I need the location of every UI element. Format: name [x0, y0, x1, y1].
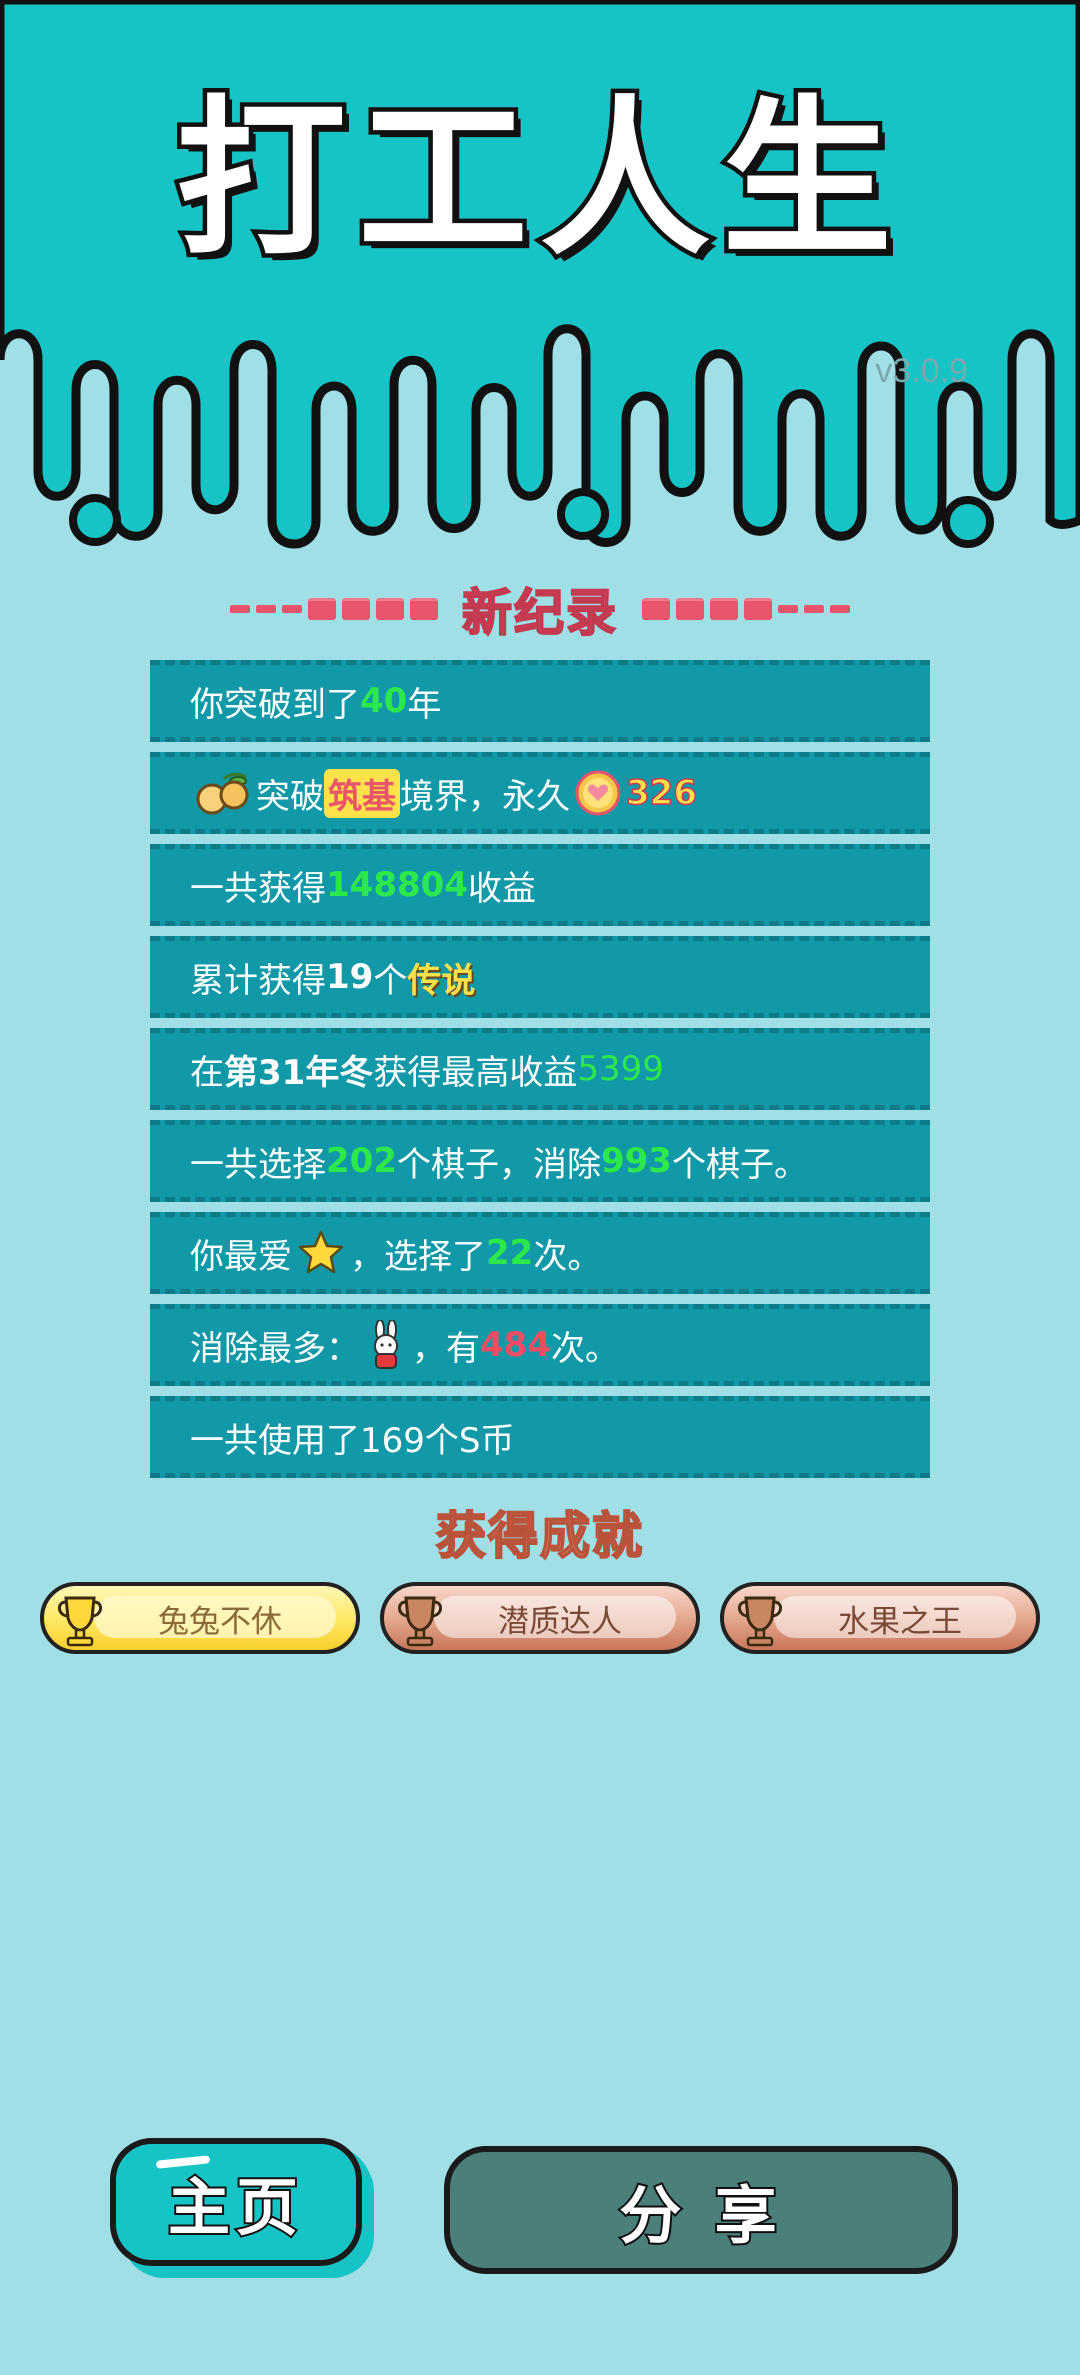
- star-icon: [298, 1230, 344, 1274]
- achievement-label: 兔兔不休: [158, 1603, 282, 1640]
- income-value: 148804: [326, 865, 468, 905]
- row-text: 年: [407, 684, 442, 725]
- row-text: 收益: [467, 868, 536, 909]
- row-text: 一共使用了169个S币: [190, 1420, 515, 1461]
- years-value: 40: [360, 681, 408, 721]
- share-button-label: 分 享: [617, 2177, 783, 2254]
- heart-coin-icon: [575, 770, 621, 816]
- home-button-label: 主页: [166, 2169, 304, 2246]
- most-removed-count: 484: [480, 1325, 551, 1365]
- game-title: 打工人生: [171, 81, 904, 279]
- achievements-title: 获得成就: [435, 1506, 644, 1566]
- row-text: 一共获得: [190, 868, 326, 909]
- record-row-years: 你突破到了 40 年: [150, 660, 930, 742]
- chosen-count: 202: [326, 1141, 397, 1181]
- row-text: 累计获得: [190, 960, 326, 1001]
- rabbit-icon: [374, 1320, 398, 1369]
- row-text: ，选择了: [350, 1236, 486, 1277]
- row-text: 消除最多：: [190, 1328, 360, 1369]
- share-button[interactable]: 分 享: [444, 2146, 958, 2274]
- row-text: 你突破到了: [190, 684, 360, 725]
- home-button[interactable]: 主页: [110, 2138, 362, 2266]
- favorite-count: 22: [486, 1233, 534, 1273]
- record-row-income: 一共获得 148804 收益: [150, 844, 930, 926]
- realm-value: 筑基: [324, 768, 400, 818]
- record-row-legend: 累计获得 19 个传说: [150, 936, 930, 1018]
- record-row-best-season: 在 第31年冬 获得最高收益 5399: [150, 1028, 930, 1110]
- achievement-badge[interactable]: 水果之王: [720, 1582, 1040, 1654]
- achievement-badge[interactable]: 兔兔不休: [40, 1582, 360, 1654]
- row-text: 个棋子，消除: [396, 1144, 601, 1185]
- row-text: 在: [190, 1052, 224, 1093]
- season-value: 第31年冬: [224, 1052, 374, 1093]
- row-text: 次。: [533, 1236, 602, 1277]
- row-text: 突破: [256, 776, 324, 817]
- bronze-trophy-icon: [398, 1596, 442, 1647]
- version-label: v3.0.9: [875, 352, 968, 390]
- row-text: ，有: [412, 1328, 480, 1369]
- gold-trophy-icon: [58, 1596, 102, 1647]
- row-text: 一共选择: [190, 1144, 326, 1185]
- record-row-most-removed: 消除最多： ，有 484 次。: [150, 1304, 930, 1386]
- achievement-badge[interactable]: 潜质达人: [380, 1582, 700, 1654]
- legend-count: 19: [326, 957, 374, 997]
- achievement-label: 潜质达人: [498, 1603, 622, 1640]
- bronze-trophy-icon: [738, 1596, 782, 1647]
- row-text: 次。: [550, 1328, 619, 1369]
- best-income-value: 5399: [577, 1049, 664, 1089]
- row-text: 个: [373, 960, 408, 1001]
- record-row-coins: 一共使用了169个S币: [150, 1396, 930, 1478]
- removed-count: 993: [600, 1141, 672, 1181]
- heading-left-decoration: [230, 598, 438, 620]
- record-list: 你突破到了 40 年 突破 筑基 境界，永久 326 一共获得 148804 收益 累计获得…: [150, 660, 930, 1488]
- row-text: 获得最高收益: [373, 1052, 578, 1093]
- peach-icon: [196, 772, 249, 815]
- legend-rarity: 传说: [407, 960, 476, 1001]
- record-row-favorite: 你最爱 ，选择了 22 次。: [150, 1212, 930, 1294]
- points-value: 326: [625, 772, 697, 814]
- new-record-heading: 新纪录: [0, 574, 1080, 644]
- row-text: 你最爱: [190, 1236, 292, 1277]
- achievement-label: 水果之王: [838, 1603, 962, 1640]
- game-result-screen: 打工人生 v3.0.9 新纪录 你突破到了 40 年 突破 筑基 境界，永久 3…: [0, 0, 1080, 2375]
- heading-right-decoration: [642, 598, 850, 620]
- record-row-realm: 突破 筑基 境界，永久 326: [150, 752, 930, 834]
- new-record-title: 新纪录: [461, 583, 618, 643]
- record-row-pieces: 一共选择 202 个棋子，消除 993 个棋子。: [150, 1120, 930, 1202]
- row-text: 个棋子。: [671, 1144, 808, 1185]
- row-text: 境界，永久: [400, 776, 570, 817]
